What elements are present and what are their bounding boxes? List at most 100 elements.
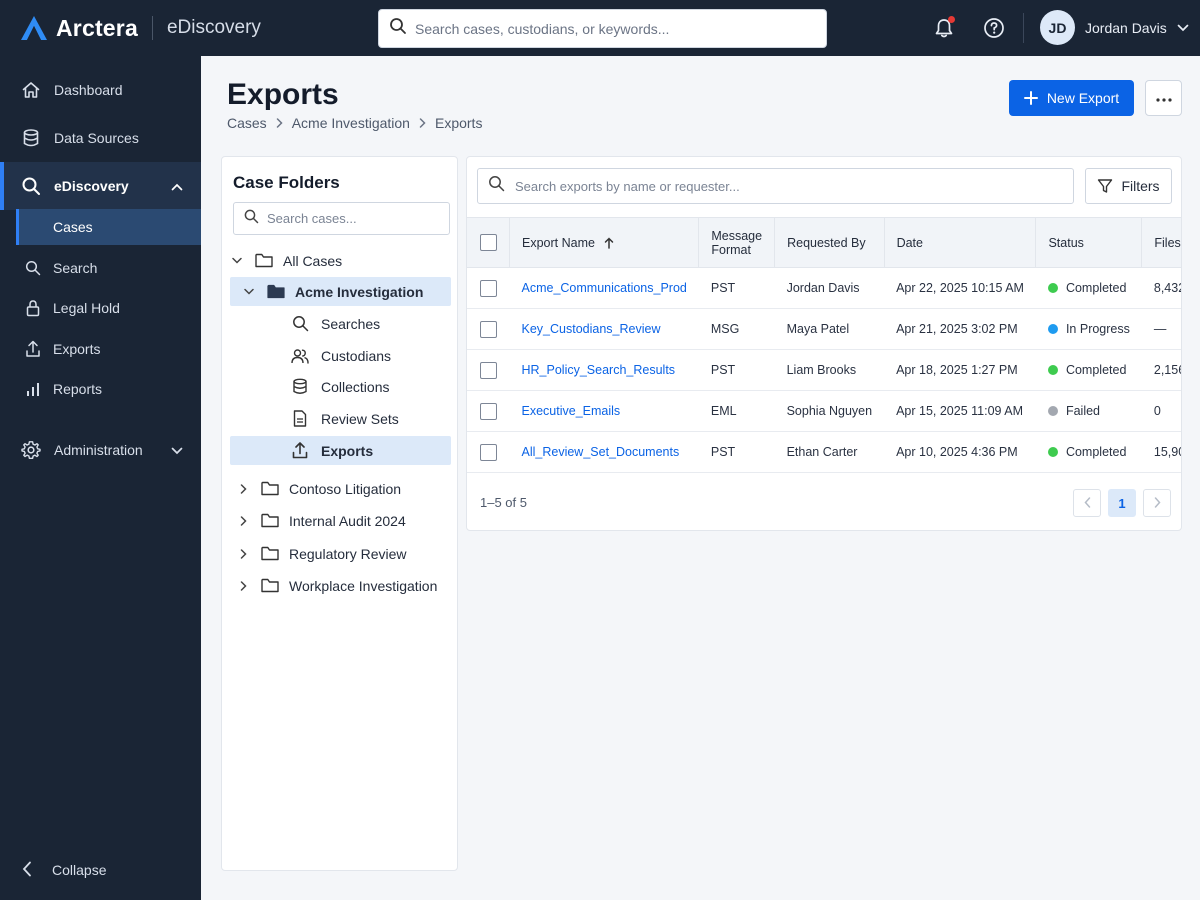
collapse-label: Collapse: [52, 862, 107, 878]
bell-icon[interactable]: [932, 16, 956, 40]
nav-dashboard[interactable]: Dashboard: [0, 70, 201, 110]
notification-dot: [948, 16, 955, 23]
export-name-link[interactable]: HR_Policy_Search_Results: [522, 363, 676, 377]
nav-legal-hold[interactable]: Legal Hold: [0, 288, 201, 328]
header-message-format[interactable]: Message Format: [698, 217, 775, 268]
row-checkbox[interactable]: [480, 279, 497, 297]
breadcrumb-cases[interactable]: Cases: [227, 115, 267, 131]
global-search[interactable]: [378, 9, 827, 48]
help-icon[interactable]: [982, 16, 1006, 40]
page-number-button[interactable]: 1: [1108, 489, 1136, 517]
document-icon: [290, 410, 310, 427]
export-name-link[interactable]: Acme_Communications_Prod: [522, 281, 687, 295]
export-name-link[interactable]: All_Review_Set_Documents: [522, 445, 680, 459]
files-cell: 15,903: [1141, 431, 1181, 473]
status-cell: In Progress: [1035, 308, 1142, 350]
global-search-input[interactable]: [415, 20, 815, 37]
format-cell: PST: [698, 267, 775, 309]
row-checkbox[interactable]: [480, 320, 497, 338]
column-label: Requested By: [787, 235, 866, 250]
nav-administration[interactable]: Administration: [0, 430, 201, 470]
previous-page-button[interactable]: [1073, 489, 1101, 517]
export-name-link[interactable]: Executive_Emails: [522, 404, 621, 418]
filters-button[interactable]: Filters: [1085, 168, 1172, 204]
tree-all-cases[interactable]: All Cases: [230, 246, 451, 275]
tree-item-exports[interactable]: Exports: [230, 436, 451, 465]
exports-search-input[interactable]: [515, 178, 1065, 194]
format-cell: PST: [698, 431, 775, 473]
side-navigation: Dashboard Data Sources eDiscovery Cases …: [0, 56, 201, 900]
row-checkbox[interactable]: [480, 402, 497, 420]
nav-cases[interactable]: Cases: [16, 209, 201, 245]
table-row[interactable]: HR_Policy_Search_Results PST Liam Brooks…: [467, 349, 1181, 391]
status-label: Completed: [1065, 363, 1127, 377]
date-cell: Apr 21, 2025 3:02 PM: [884, 308, 1036, 350]
gear-icon: [20, 439, 42, 461]
tree-case-workplace[interactable]: Workplace Investigation: [230, 571, 451, 600]
tree-case-regulatory-review[interactable]: Regulatory Review: [230, 539, 451, 568]
header-files[interactable]: Files: [1141, 217, 1181, 268]
next-page-button[interactable]: [1143, 489, 1171, 517]
table-row[interactable]: Key_Custodians_Review MSG Maya Patel Apr…: [467, 308, 1181, 350]
files-cell: 8,432: [1141, 267, 1181, 309]
header-date[interactable]: Date: [883, 217, 1036, 268]
user-menu[interactable]: JD Jordan Davis: [1040, 10, 1189, 45]
requested-by-cell: Ethan Carter: [774, 431, 885, 473]
bar-chart-icon: [24, 380, 42, 398]
case-search[interactable]: [233, 202, 450, 235]
header-requested-by[interactable]: Requested By: [774, 217, 885, 268]
nav-search[interactable]: Search: [0, 248, 201, 288]
filters-label: Filters: [1121, 178, 1160, 194]
status-cell: Completed: [1035, 267, 1142, 309]
sort-ascending-icon[interactable]: [604, 237, 614, 249]
case-search-input[interactable]: [267, 211, 437, 226]
nav-data-sources[interactable]: Data Sources: [0, 118, 201, 158]
header-status[interactable]: Status: [1035, 217, 1142, 268]
header-export-name[interactable]: Export Name: [508, 217, 699, 268]
collapse-button[interactable]: Collapse: [0, 852, 201, 888]
chevron-down-icon[interactable]: [230, 257, 244, 264]
tree-item-custodians[interactable]: Custodians: [230, 341, 451, 370]
tree-case-contoso[interactable]: Contoso Litigation: [230, 474, 451, 503]
header-select-all: [467, 217, 510, 268]
folder-icon: [254, 253, 274, 268]
nav-ediscovery[interactable]: eDiscovery: [0, 162, 201, 210]
status-dot: [1047, 283, 1058, 293]
export-name-cell: Key_Custodians_Review: [509, 308, 699, 350]
exports-search[interactable]: [477, 168, 1074, 204]
table-row[interactable]: Acme_Communications_Prod PST Jordan Davi…: [467, 267, 1181, 309]
table-row[interactable]: All_Review_Set_Documents PST Ethan Carte…: [467, 431, 1181, 473]
row-checkbox[interactable]: [480, 443, 497, 461]
chevron-right-icon[interactable]: [236, 580, 250, 591]
tree-label: Review Sets: [321, 410, 399, 427]
breadcrumb-case[interactable]: Acme Investigation: [292, 115, 410, 131]
upload-icon: [290, 442, 310, 459]
nav-exports[interactable]: Exports: [0, 329, 201, 369]
status-label: Completed: [1065, 445, 1127, 459]
tree-item-review-sets[interactable]: Review Sets: [230, 404, 451, 433]
chevron-down-icon[interactable]: [242, 288, 256, 295]
tree-label: Regulatory Review: [289, 545, 407, 562]
status-label: Completed: [1065, 281, 1127, 295]
row-checkbox[interactable]: [480, 361, 497, 379]
exports-panel: Filters Export Name Message Format Reque…: [466, 156, 1182, 531]
row-select: [467, 349, 510, 391]
chevron-right-icon[interactable]: [236, 548, 250, 559]
tree-case-acme[interactable]: Acme Investigation: [230, 277, 451, 306]
database-icon: [290, 378, 310, 395]
nav-reports[interactable]: Reports: [0, 369, 201, 409]
select-all-checkbox[interactable]: [480, 234, 497, 251]
arctera-logo-icon: [20, 15, 48, 41]
export-name-link[interactable]: Key_Custodians_Review: [522, 322, 661, 336]
requested-by-cell: Liam Brooks: [774, 349, 885, 391]
chevron-right-icon[interactable]: [236, 483, 250, 494]
table-row[interactable]: Executive_Emails EML Sophia Nguyen Apr 1…: [467, 390, 1181, 432]
status-label: Failed: [1065, 404, 1100, 418]
tree-item-collections[interactable]: Collections: [230, 372, 451, 401]
chevron-right-icon[interactable]: [236, 515, 250, 526]
more-actions-button[interactable]: [1145, 80, 1182, 116]
tree-item-searches[interactable]: Searches: [230, 309, 451, 338]
tree-case-internal-audit[interactable]: Internal Audit 2024: [230, 506, 451, 535]
new-export-button[interactable]: New Export: [1009, 80, 1134, 116]
exports-table: Export Name Message Format Requested By …: [467, 217, 1181, 473]
